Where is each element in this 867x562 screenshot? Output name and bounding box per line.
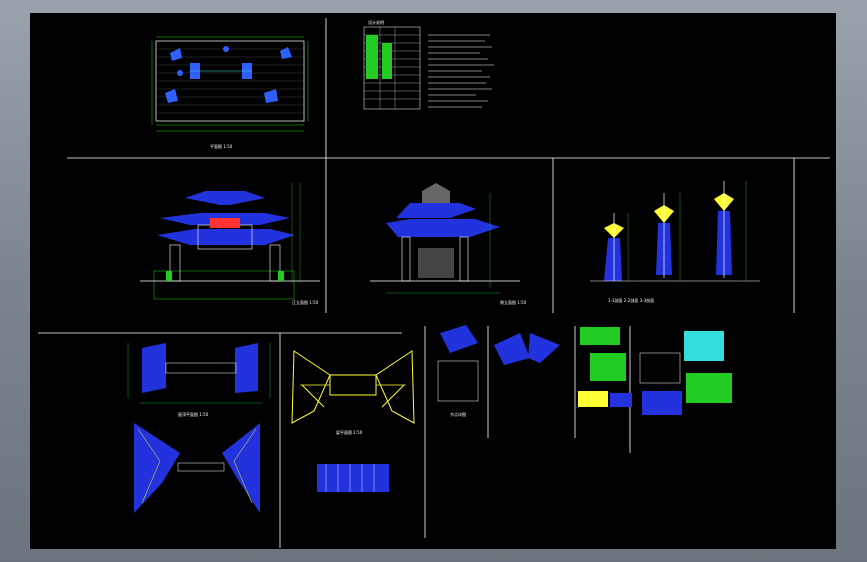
roof-plan-2 — [134, 423, 260, 513]
label-roof-plans: 屋顶平面图 1:50 — [178, 412, 209, 417]
beam-plan-drawing — [291, 350, 415, 492]
label-beam-plan: 梁平面图 1:50 — [336, 430, 363, 435]
cad-viewer-frame: 平面图 1:50 设计说明 正立面图 1:50 侧立面图 1:50 1-1剖面 … — [0, 0, 867, 562]
label-side-elevation: 侧立面图 1:50 — [500, 300, 527, 305]
label-notes-table: 设计说明 — [368, 20, 384, 25]
label-front-elevation: 正立面图 1:50 — [292, 300, 319, 305]
section-3 — [714, 181, 734, 278]
side-elevation-drawing — [370, 183, 520, 294]
details-drawing — [437, 325, 732, 415]
roof-plans-drawing — [127, 343, 271, 513]
label-details: 节点详图 — [450, 412, 466, 417]
front-elevation-drawing — [140, 183, 320, 300]
sections-drawing — [590, 181, 760, 282]
section-2 — [654, 193, 674, 278]
label-sections: 1-1剖面 2-2剖面 3-3剖面 — [608, 298, 655, 303]
plan-layout-drawing — [151, 36, 309, 132]
notes-table-drawing — [363, 26, 494, 110]
section-1 — [604, 213, 624, 281]
drawing-canvas[interactable]: 平面图 1:50 设计说明 正立面图 1:50 侧立面图 1:50 1-1剖面 … — [30, 13, 836, 549]
roof-plan-1 — [127, 343, 271, 404]
label-plan-layout: 平面图 1:50 — [210, 144, 233, 149]
cad-drawing-sheet — [38, 18, 830, 548]
